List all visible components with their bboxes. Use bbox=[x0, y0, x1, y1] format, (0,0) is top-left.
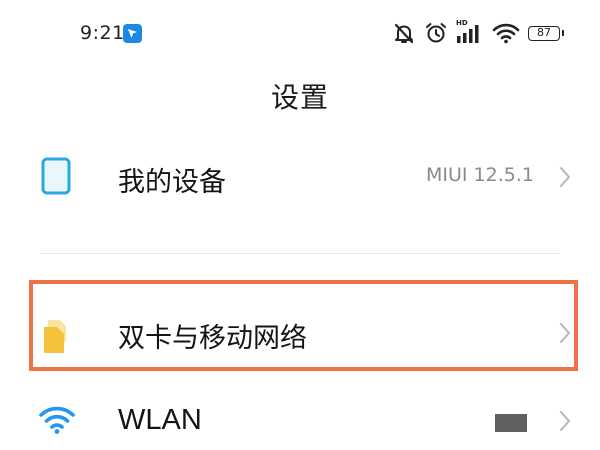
wlan-network-name-redacted bbox=[495, 414, 527, 432]
chevron-right-icon bbox=[560, 323, 570, 343]
system-version: MIUI 12.5.1 bbox=[426, 164, 534, 186]
settings-item-dual-sim[interactable]: 双卡与移动网络 bbox=[0, 292, 600, 372]
settings-item-label: 我的设备 bbox=[118, 167, 226, 198]
phone-device-icon bbox=[41, 157, 71, 195]
section-divider bbox=[40, 253, 560, 254]
settings-item-my-device[interactable]: 我的设备 MIUI 12.5.1 bbox=[0, 136, 600, 216]
wifi-icon bbox=[39, 406, 75, 434]
settings-item-label: WLAN bbox=[118, 404, 202, 436]
status-time: 9:21 bbox=[80, 22, 125, 44]
chevron-right-icon bbox=[560, 167, 570, 187]
mute-icon bbox=[394, 23, 414, 44]
sim-cards-icon bbox=[44, 320, 66, 353]
settings-item-label: 双卡与移动网络 bbox=[118, 323, 307, 354]
battery-icon: 87 bbox=[528, 25, 564, 41]
settings-item-wlan[interactable]: WLAN bbox=[0, 384, 600, 450]
signal-icon: HD bbox=[456, 19, 484, 44]
status-bar: 9:21 HD 87 bbox=[0, 0, 600, 66]
settings-screen: 9:21 HD 87 设置 我的设备 MIUI 12.5.1 双卡与移动网络 W… bbox=[0, 0, 600, 450]
page-title: 设置 bbox=[270, 81, 329, 114]
chevron-right-icon bbox=[560, 411, 570, 431]
alarm-icon bbox=[426, 23, 446, 43]
app-notification-icon bbox=[123, 24, 142, 43]
status-icons: HD 87 bbox=[392, 19, 564, 46]
wifi-icon bbox=[492, 23, 520, 44]
